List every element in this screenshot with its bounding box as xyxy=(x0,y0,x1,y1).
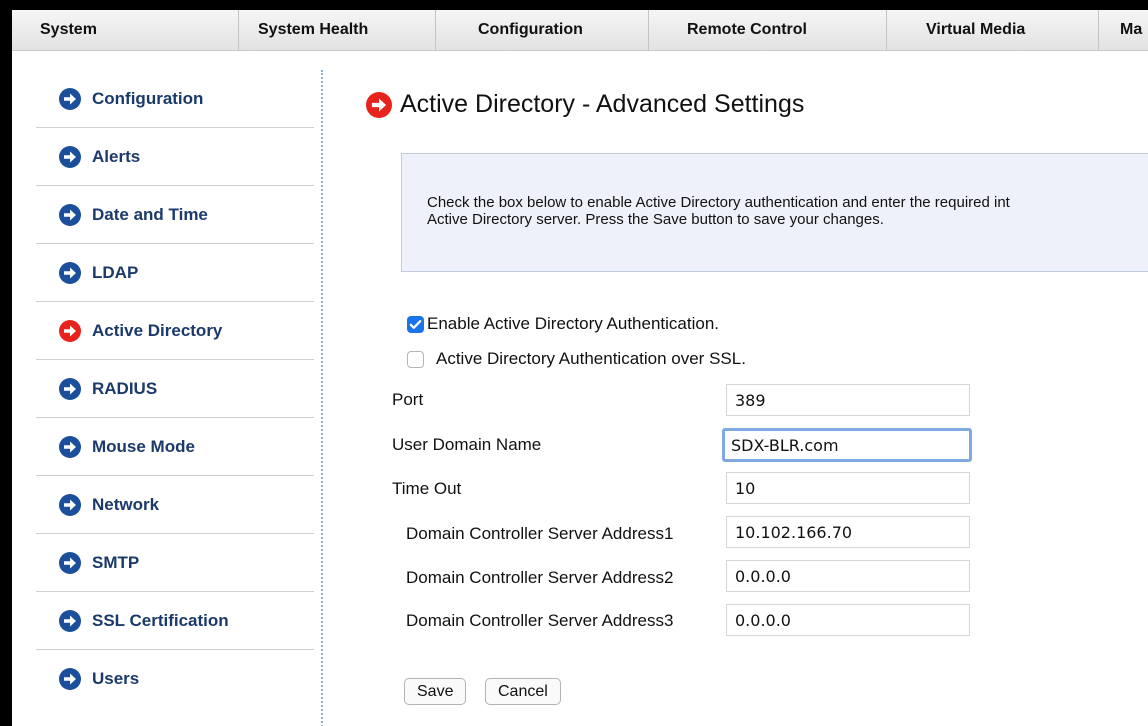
tab-maintenance[interactable]: Ma xyxy=(1099,10,1148,50)
arrow-circle-icon xyxy=(59,668,81,690)
checkmark-icon xyxy=(409,319,422,329)
sidebar-item-network[interactable]: Network xyxy=(36,476,314,534)
tab-system[interactable]: System xyxy=(12,10,239,50)
sidebar-item-label: Alerts xyxy=(92,146,141,166)
page-title-text: Active Directory - Advanced Settings xyxy=(400,90,805,118)
user-domain-input[interactable] xyxy=(722,428,972,462)
dc1-label: Domain Controller Server Address1 xyxy=(406,524,674,543)
sidebar: Configuration Alerts Date and Time LDAP … xyxy=(36,70,314,708)
sidebar-item-label: Mouse Mode xyxy=(92,436,195,456)
port-label: Port xyxy=(392,390,424,409)
dc3-input[interactable] xyxy=(726,604,970,636)
sidebar-item-alerts[interactable]: Alerts xyxy=(36,128,314,186)
save-button[interactable]: Save xyxy=(404,678,467,705)
ad-ssl-option[interactable]: Active Directory Authentication over SSL… xyxy=(407,349,746,369)
dc3-label: Domain Controller Server Address3 xyxy=(406,611,674,630)
sidebar-item-label: LDAP xyxy=(92,262,139,282)
dc2-label: Domain Controller Server Address2 xyxy=(406,568,674,587)
top-nav: System System Health Configuration Remot… xyxy=(12,10,1148,51)
tab-configuration[interactable]: Configuration xyxy=(436,10,649,50)
port-input[interactable] xyxy=(726,384,970,416)
timeout-input[interactable] xyxy=(726,472,970,504)
enable-ad-checkbox[interactable] xyxy=(407,315,424,333)
page-title: Active Directory - Advanced Settings xyxy=(366,90,804,119)
arrow-circle-icon xyxy=(59,377,81,400)
sidebar-item-active-directory[interactable]: Active Directory xyxy=(36,302,314,360)
active-arrow-circle-icon xyxy=(59,319,81,342)
arrow-circle-icon xyxy=(59,493,81,516)
ad-ssl-checkbox[interactable] xyxy=(407,350,424,368)
enable-ad-label: Enable Active Directory Authentication. xyxy=(427,314,719,333)
arrow-circle-icon xyxy=(59,609,81,632)
arrow-circle-icon xyxy=(59,261,81,284)
user-domain-label: User Domain Name xyxy=(392,435,542,454)
sidebar-item-label: SMTP xyxy=(92,552,140,572)
sidebar-item-mouse-mode[interactable]: Mouse Mode xyxy=(36,418,314,476)
arrow-circle-icon xyxy=(59,435,81,458)
info-line-1: Check the box below to enable Active Dir… xyxy=(427,194,1010,211)
ad-ssl-label: Active Directory Authentication over SSL… xyxy=(436,349,746,368)
tab-remote-control[interactable]: Remote Control xyxy=(649,10,887,50)
active-arrow-circle-icon xyxy=(366,91,392,118)
sidebar-item-users[interactable]: Users xyxy=(36,650,314,708)
sidebar-item-label: RADIUS xyxy=(92,378,158,398)
tab-system-health[interactable]: System Health xyxy=(239,10,436,50)
sidebar-item-label: Configuration xyxy=(92,88,204,108)
tab-virtual-media[interactable]: Virtual Media xyxy=(887,10,1099,50)
sidebar-item-label: SSL Certification xyxy=(92,610,229,630)
enable-ad-option[interactable]: Enable Active Directory Authentication. xyxy=(407,314,719,334)
dc1-input[interactable] xyxy=(726,516,970,548)
info-text: Check the box below to enable Active Dir… xyxy=(427,194,1010,228)
sidebar-item-label: Active Directory xyxy=(92,320,223,340)
sidebar-item-date-and-time[interactable]: Date and Time xyxy=(36,186,314,244)
arrow-circle-icon xyxy=(59,87,81,110)
timeout-label: Time Out xyxy=(392,479,462,498)
sidebar-item-ssl-certification[interactable]: SSL Certification xyxy=(36,592,314,650)
sidebar-divider xyxy=(321,70,323,726)
info-line-2: Active Directory server. Press the Save … xyxy=(427,211,884,228)
dc2-input[interactable] xyxy=(726,560,970,592)
sidebar-item-label: Network xyxy=(92,494,160,514)
info-box: Check the box below to enable Active Dir… xyxy=(401,153,1148,272)
cancel-button[interactable]: Cancel xyxy=(485,678,561,705)
sidebar-item-label: Users xyxy=(92,669,140,688)
sidebar-item-smtp[interactable]: SMTP xyxy=(36,534,314,592)
arrow-circle-icon xyxy=(59,551,81,574)
sidebar-item-label: Date and Time xyxy=(92,204,208,224)
sidebar-item-configuration[interactable]: Configuration xyxy=(36,70,314,128)
arrow-circle-icon xyxy=(59,203,81,226)
sidebar-item-ldap[interactable]: LDAP xyxy=(36,244,314,302)
sidebar-item-radius[interactable]: RADIUS xyxy=(36,360,314,418)
app-frame: System System Health Configuration Remot… xyxy=(12,10,1148,726)
arrow-circle-icon xyxy=(59,145,81,168)
